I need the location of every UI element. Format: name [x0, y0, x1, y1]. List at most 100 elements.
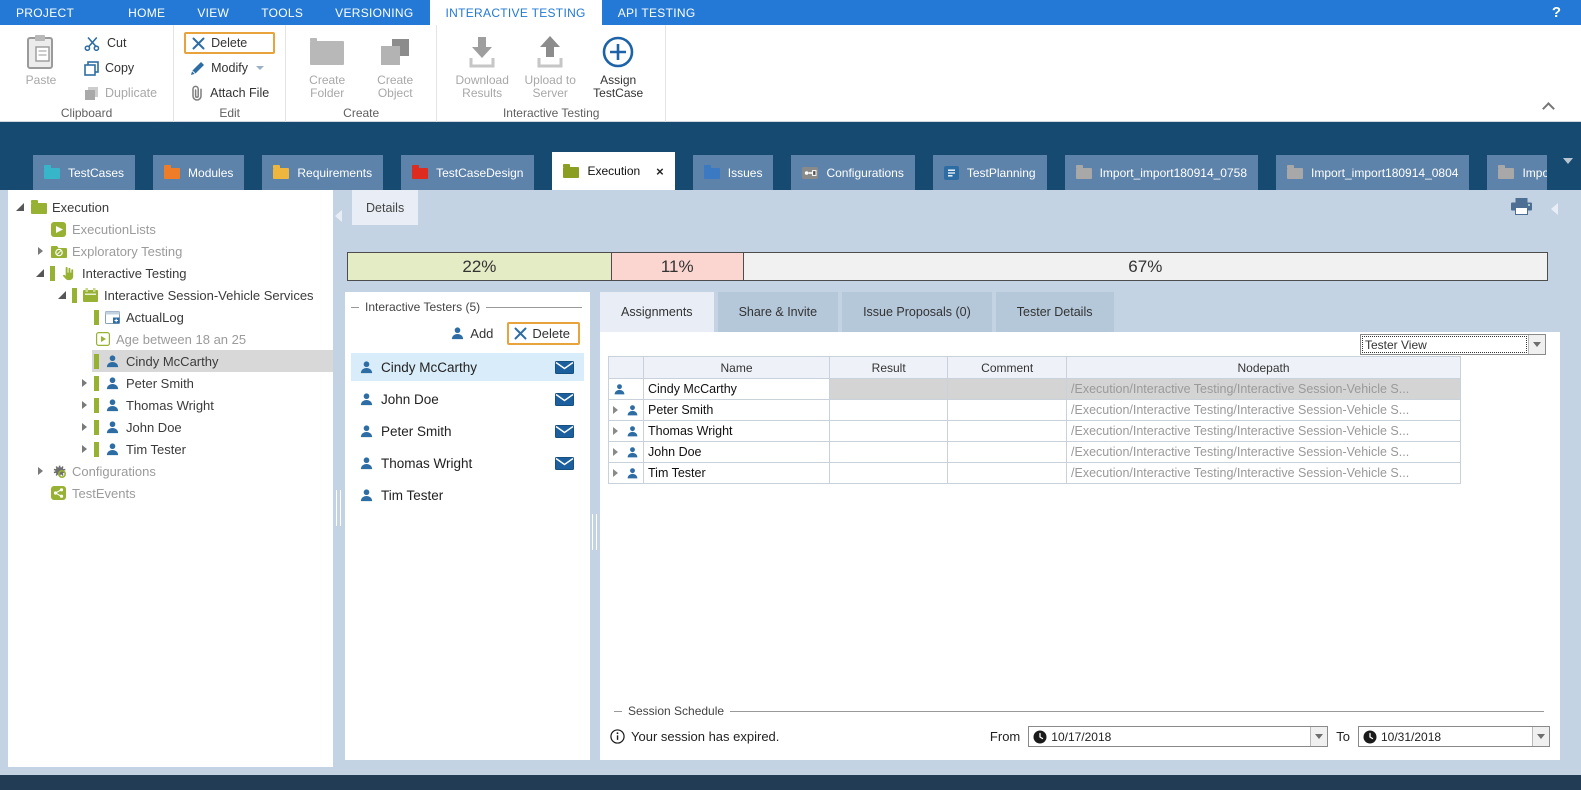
tab-modules[interactable]: Modules [153, 155, 244, 190]
tree-item-interactive-testing[interactable]: Interactive Testing [8, 262, 333, 284]
row-expander-icon[interactable] [613, 406, 621, 414]
tab-testcasedesign[interactable]: TestCaseDesign [401, 155, 534, 190]
tree-item-thomas-wright[interactable]: Thomas Wright [8, 394, 333, 416]
cell-comment[interactable] [948, 442, 1067, 463]
tree-item-interactive-session[interactable]: Interactive Session-Vehicle Services [8, 284, 333, 306]
add-tester-button[interactable]: Add [450, 326, 493, 341]
header-name[interactable]: Name [644, 357, 830, 379]
table-row[interactable]: Thomas Wright /Execution/Interactive Tes… [609, 421, 1461, 442]
to-date-dropdown[interactable]: 10/31/2018 [1358, 726, 1550, 747]
expander-icon[interactable] [56, 288, 70, 302]
splitter-grip[interactable] [336, 490, 341, 526]
row-expander-icon[interactable] [613, 427, 621, 435]
create-object-button[interactable]: Create Object [364, 30, 426, 100]
row-expander-icon[interactable] [613, 469, 621, 477]
tab-testplanning[interactable]: TestPlanning [933, 155, 1047, 190]
expander-icon[interactable] [78, 420, 92, 434]
header-nodepath[interactable]: Nodepath [1067, 357, 1461, 379]
tab-assignments[interactable]: Assignments [600, 292, 714, 332]
tab-share-invite[interactable]: Share & Invite [718, 292, 839, 332]
cell-comment[interactable] [948, 379, 1067, 400]
chevron-down-icon[interactable] [1532, 727, 1549, 746]
copy-button[interactable]: Copy [78, 57, 163, 79]
assign-testcase-button[interactable]: Assign TestCase [587, 30, 649, 100]
cell-result[interactable] [830, 400, 948, 421]
tree-item-exploratory-testing[interactable]: Exploratory Testing [8, 240, 333, 262]
tree-item-age-between[interactable]: Age between 18 an 25 [8, 328, 333, 350]
expander-icon[interactable] [14, 200, 28, 214]
menu-tools[interactable]: TOOLS [245, 0, 319, 25]
table-row[interactable]: Cindy McCarthy /Execution/Interactive Te… [609, 379, 1461, 400]
menu-interactive-testing[interactable]: INTERACTIVE TESTING [430, 0, 602, 25]
tree-splitter[interactable] [333, 190, 345, 775]
expander-icon[interactable] [34, 266, 48, 280]
tree-item-configurations[interactable]: Configurations [8, 460, 333, 482]
tree-item-actuallog[interactable]: ActualLog [8, 306, 333, 328]
create-folder-button[interactable]: Create Folder [296, 30, 358, 100]
view-selector-dropdown[interactable]: Tester View [1360, 334, 1546, 355]
envelope-icon[interactable] [555, 393, 574, 406]
table-row[interactable]: Tim Tester /Execution/Interactive Testin… [609, 463, 1461, 484]
testers-splitter[interactable] [590, 292, 600, 760]
envelope-icon[interactable] [555, 425, 574, 438]
from-date-dropdown[interactable]: 10/17/2018 [1028, 726, 1328, 747]
delete-tester-button[interactable]: Delete [507, 322, 580, 345]
delete-button[interactable]: Delete [184, 32, 275, 54]
printer-icon[interactable] [1510, 198, 1533, 215]
expander-icon[interactable] [78, 398, 92, 412]
cell-result[interactable] [830, 442, 948, 463]
tab-details[interactable]: Details [352, 190, 418, 225]
tree-item-execution[interactable]: Execution [8, 196, 333, 218]
table-row[interactable]: Peter Smith /Execution/Interactive Testi… [609, 400, 1461, 421]
attach-file-button[interactable]: Attach File [184, 82, 275, 104]
expander-icon[interactable] [34, 244, 48, 258]
chevron-down-icon[interactable] [1528, 335, 1545, 354]
modify-button[interactable]: Modify [184, 57, 275, 79]
menu-api-testing[interactable]: API TESTING [602, 0, 712, 25]
close-tab-icon[interactable]: × [656, 164, 664, 179]
menu-home[interactable]: HOME [112, 0, 181, 25]
tab-overflow-icon[interactable] [1563, 158, 1573, 164]
tester-row-peter[interactable]: Peter Smith [351, 417, 584, 445]
tab-requirements[interactable]: Requirements [262, 155, 383, 190]
menu-view[interactable]: VIEW [181, 0, 245, 25]
help-icon[interactable]: ? [1532, 0, 1581, 25]
tester-row-thomas[interactable]: Thomas Wright [351, 449, 584, 477]
expander-icon[interactable] [78, 442, 92, 456]
tab-execution[interactable]: Execution × [552, 152, 674, 190]
collapse-left-icon[interactable] [335, 210, 342, 222]
cell-comment[interactable] [948, 463, 1067, 484]
cell-result[interactable] [830, 421, 948, 442]
cell-comment[interactable] [948, 421, 1067, 442]
tree-item-testevents[interactable]: TestEvents [8, 482, 333, 504]
tree-item-john-doe[interactable]: John Doe [8, 416, 333, 438]
tree-item-executionlists[interactable]: ExecutionLists [8, 218, 333, 240]
collapse-right-icon[interactable] [1551, 203, 1558, 215]
tab-issues[interactable]: Issues [693, 155, 774, 190]
header-comment[interactable]: Comment [948, 357, 1067, 379]
tab-configurations[interactable]: Configurations [791, 155, 914, 190]
expander-icon[interactable] [78, 376, 92, 390]
cell-comment[interactable] [948, 400, 1067, 421]
expander-icon[interactable] [34, 464, 48, 478]
ribbon-collapse-icon[interactable] [1542, 102, 1555, 115]
menu-versioning[interactable]: VERSIONING [319, 0, 429, 25]
tester-row-john[interactable]: John Doe [351, 385, 584, 413]
cell-result[interactable] [830, 463, 948, 484]
duplicate-button[interactable]: Duplicate [78, 82, 163, 104]
tab-tester-details[interactable]: Tester Details [996, 292, 1114, 332]
tree-item-tim-tester[interactable]: Tim Tester [8, 438, 333, 460]
tester-row-tim[interactable]: Tim Tester [351, 481, 584, 509]
tree-item-peter-smith[interactable]: Peter Smith [8, 372, 333, 394]
download-results-button[interactable]: Download Results [451, 30, 513, 100]
splitter-grip[interactable] [592, 514, 597, 550]
chevron-down-icon[interactable] [1310, 727, 1327, 746]
modify-dropdown-icon[interactable] [256, 66, 264, 70]
tab-issue-proposals[interactable]: Issue Proposals (0) [842, 292, 992, 332]
upload-to-server-button[interactable]: Upload to Server [519, 30, 581, 100]
header-result[interactable]: Result [830, 357, 948, 379]
tree-item-cindy-mccarthy[interactable]: Cindy McCarthy [8, 350, 333, 372]
tab-import-truncated[interactable]: Import_imp [1487, 155, 1547, 190]
tab-import-0804[interactable]: Import_import180914_0804 [1276, 155, 1469, 190]
tab-import-0758[interactable]: Import_import180914_0758 [1065, 155, 1258, 190]
